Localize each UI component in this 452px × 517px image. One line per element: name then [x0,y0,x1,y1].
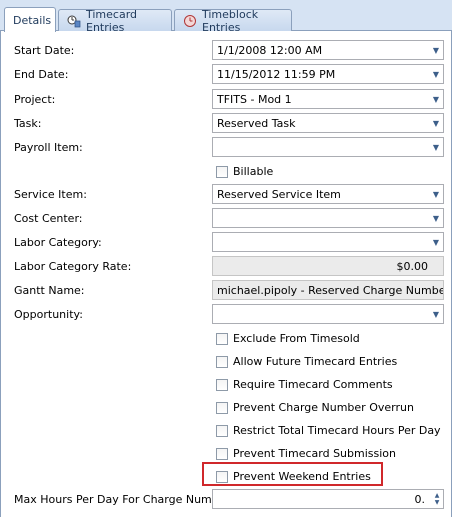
tab-timeblock-entries[interactable]: Timeblock Entries [174,7,292,34]
checkbox-box[interactable] [216,165,228,178]
timecard-icon [67,14,81,28]
exclude-from-timesold-checkbox[interactable]: Exclude From Timesold [216,332,360,345]
project-label: Project: [14,93,56,106]
max-hours-label: Max Hours Per Day For Charge Number: [14,493,234,506]
opportunity-label: Opportunity: [14,308,83,321]
timeblock-icon [183,14,197,28]
end-date-picker[interactable]: 11/15/2012 11:59 PM ▼ [212,64,444,84]
opportunity-select[interactable]: ▼ [212,304,444,324]
require-timecard-comments-checkbox[interactable]: Require Timecard Comments [216,378,393,391]
checkbox-label: Allow Future Timecard Entries [233,355,398,368]
service-item-select[interactable]: Reserved Service Item ▼ [212,184,444,204]
chevron-down-icon[interactable]: ▼ [429,138,443,156]
prevent-timecard-submission-checkbox[interactable]: Prevent Timecard Submission [216,447,396,460]
tab-details[interactable]: Details [4,7,56,32]
chevron-down-icon[interactable]: ▼ [429,209,443,227]
restrict-total-timecard-hours-checkbox[interactable]: Restrict Total Timecard Hours Per Day [216,424,441,437]
chevron-down-icon[interactable]: ▼ [429,114,443,132]
allow-future-timecard-entries-checkbox[interactable]: Allow Future Timecard Entries [216,355,397,368]
service-item-value: Reserved Service Item [217,187,341,201]
max-hours-value: 0. [414,492,426,506]
tab-timecard-entries-label: Timecard Entries [86,7,138,34]
prevent-weekend-entries-checkbox[interactable]: Prevent Weekend Entries [216,470,371,483]
chevron-down-icon[interactable]: ▼ [429,305,443,323]
chevron-down-icon[interactable]: ▼ [429,90,443,108]
checkbox-box[interactable] [216,355,228,368]
tab-timeblock-entries-label: Timeblock Entries [202,7,259,34]
start-date-label: Start Date: [14,44,75,57]
project-select[interactable]: TFITS - Mod 1 ▼ [212,89,444,109]
gantt-name-field: michael.pipoly - Reserved Charge Number [212,280,444,300]
checkbox-label: Prevent Charge Number Overrun [233,401,414,414]
payroll-item-label: Payroll Item: [14,141,83,154]
start-date-picker[interactable]: 1/1/2008 12:00 AM ▼ [212,40,444,60]
end-date-label: End Date: [14,68,69,81]
checkbox-box[interactable] [216,378,228,391]
checkbox-box[interactable] [216,470,228,483]
labor-category-rate-value: $0.00 [396,259,429,273]
billable-checkbox[interactable]: Billable [216,165,273,178]
payroll-item-select[interactable]: ▼ [212,137,444,157]
task-value: Reserved Task [217,116,296,130]
task-label: Task: [14,117,42,130]
labor-category-rate-field: $0.00 [212,256,444,276]
checkbox-box[interactable] [216,332,228,345]
spinner-arrows-icon[interactable]: ▲ ▼ [431,490,443,508]
task-select[interactable]: Reserved Task ▼ [212,113,444,133]
labor-category-label: Labor Category: [14,236,102,249]
checkbox-label: Exclude From Timesold [233,332,360,345]
start-date-value: 1/1/2008 12:00 AM [217,43,323,57]
checkbox-label: Restrict Total Timecard Hours Per Day [233,424,441,437]
max-hours-spinner[interactable]: 0. ▲ ▼ [212,489,444,509]
project-value: TFITS - Mod 1 [217,92,292,106]
prevent-charge-number-overrun-checkbox[interactable]: Prevent Charge Number Overrun [216,401,414,414]
end-date-value: 11/15/2012 11:59 PM [217,67,336,81]
checkbox-box[interactable] [216,447,228,460]
gantt-name-value: michael.pipoly - Reserved Charge Number [217,283,443,297]
service-item-label: Service Item: [14,188,87,201]
labor-category-select[interactable]: ▼ [212,232,444,252]
checkbox-label: Prevent Weekend Entries [233,470,371,483]
checkbox-label: Prevent Timecard Submission [233,447,396,460]
chevron-down-icon[interactable]: ▼ [429,185,443,203]
chevron-down-icon[interactable]: ▼ [429,65,443,83]
chevron-down-icon[interactable]: ▼ [429,41,443,59]
cost-center-label: Cost Center: [14,212,83,225]
checkbox-label: Require Timecard Comments [233,378,393,391]
billable-label: Billable [233,165,274,178]
gantt-name-label: Gantt Name: [14,284,85,297]
checkbox-box[interactable] [216,401,228,414]
labor-category-rate-label: Labor Category Rate: [14,260,132,273]
chevron-down-icon[interactable]: ▼ [429,233,443,251]
cost-center-select[interactable]: ▼ [212,208,444,228]
tab-timecard-entries[interactable]: Timecard Entries [58,7,172,34]
tab-details-label: Details [13,13,52,27]
checkbox-box[interactable] [216,424,228,437]
tab-strip: Details Timecard Entries Timeblock Entri… [0,0,452,34]
